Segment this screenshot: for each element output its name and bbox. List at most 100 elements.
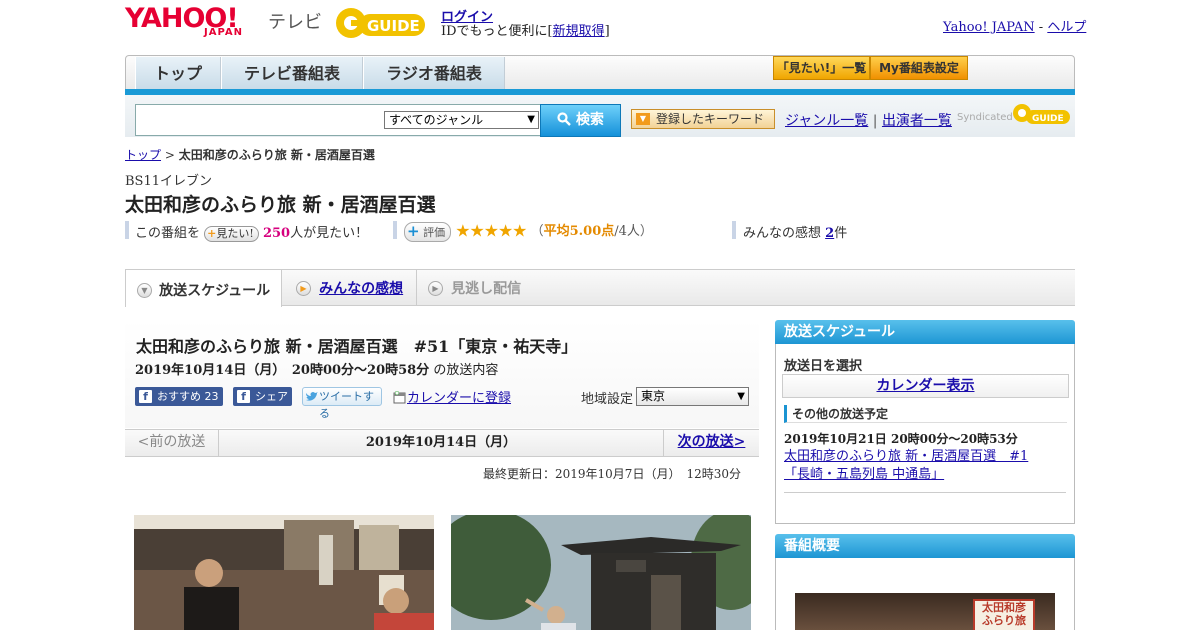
breadcrumb-home[interactable]: トップ <box>125 148 161 162</box>
triangle-down-icon: ▼ <box>636 113 650 125</box>
page-title: 太田和彦のふらり旅 新・居酒屋百選 <box>125 194 436 216</box>
comments-label: みんなの感想 <box>743 226 822 241</box>
episode-date-suffix: の放送内容 <box>433 363 499 378</box>
login-subtext: IDでもっと便利に[新規取得] <box>441 20 610 39</box>
facebook-icon: f <box>237 390 250 403</box>
last-updated: 最終更新日：2019年10月7日（月） 12時30分 <box>483 467 741 481</box>
dropdown-arrow-icon: ▼ <box>737 391 745 402</box>
plus-icon: + <box>407 221 420 240</box>
facebook-recommend-button[interactable]: f おすすめ 23 <box>135 387 223 406</box>
prev-broadcast: <前の放送 <box>125 429 219 457</box>
mitai-suffix: 人が見たい！ <box>290 226 369 241</box>
region-select[interactable]: 東京 ▼ <box>636 387 749 406</box>
dropdown-arrow-icon: ▼ <box>527 114 535 125</box>
tab-label: 放送スケジュール <box>159 283 271 299</box>
other-schedule-heading: その他の放送予定 <box>784 405 1067 423</box>
nav-tab-top[interactable]: トップ <box>135 57 221 90</box>
overview-title-sign: 太田和彦 ふらり旅 <box>973 599 1035 630</box>
fb-recommend-label: おすすめ <box>157 390 201 403</box>
other-schedule-date: 2019年10月21日 20時00分～20時53分 <box>784 432 1018 446</box>
search-button[interactable]: 検索 <box>540 104 621 137</box>
comments-stat: みんなの感想 2件 <box>743 222 847 241</box>
search-links: ジャンル一覧 | 出演者一覧 <box>785 110 952 130</box>
rating-people: /4人 <box>614 224 640 239</box>
genre-select[interactable]: すべてのジャンル ▼ <box>384 111 539 129</box>
search-links-divider: | <box>872 113 878 129</box>
choose-date-label: 放送日を選択 <box>784 359 863 374</box>
channel-name: BS11イレブン <box>125 174 213 189</box>
syndicated-label: Syndicated <box>957 112 1013 123</box>
rating-stars-icon: ★★★★★ <box>455 221 527 242</box>
rating-stat: + 評価 ★★★★★ （平均5.00点/4人） <box>404 220 653 242</box>
mitai-prefix: この番組を <box>135 226 201 241</box>
calendar-add-icon <box>393 391 406 404</box>
mitai-list-button[interactable]: 「見たい!」一覧 <box>773 56 870 80</box>
calendar-register[interactable]: カレンダーに登録 <box>393 387 511 406</box>
stat-divider <box>732 221 736 239</box>
rating-open: （ <box>530 224 544 239</box>
registered-keyword-label: 登録したキーワード <box>656 112 765 126</box>
episode-date: 2019年10月14日（月） 20時00分～20時58分 の放送内容 <box>135 359 498 378</box>
chevron-right-icon: ▶ <box>428 280 443 296</box>
nav-tab-radio-schedule[interactable]: ラジオ番組表 <box>363 57 505 90</box>
mitai-button-label: 見たい! <box>216 226 254 240</box>
search-button-label: 検索 <box>575 112 604 128</box>
header-links: Yahoo! JAPAN - ヘルプ <box>943 16 1086 35</box>
sidebar-separator <box>784 492 1066 493</box>
facebook-icon: f <box>139 390 152 403</box>
fb-share-label: シェア <box>255 390 288 403</box>
tv-logo-text: テレビ <box>268 12 322 33</box>
fb-recommend-count: 23 <box>204 390 219 403</box>
episode-datetime: 2019年10月14日（月） 20時00分～20時58分 <box>135 363 430 378</box>
gguide-logo[interactable]: GUIDE <box>333 6 433 40</box>
eval-button-label: 評価 <box>423 225 446 239</box>
performer-list-link[interactable]: 出演者一覧 <box>882 113 952 129</box>
registered-keyword-button[interactable]: ▼ 登録したキーワード <box>631 109 775 129</box>
chevron-right-icon: ▶ <box>296 280 311 296</box>
episode-photo-1 <box>134 515 434 630</box>
next-broadcast-link[interactable]: 次の放送> <box>663 429 759 457</box>
stat-divider <box>393 221 397 239</box>
header-separator: - <box>1038 20 1044 35</box>
tab-divider <box>416 270 417 306</box>
region-select-value: 東京 <box>641 389 666 403</box>
mitai-button[interactable]: +見たい! <box>204 225 259 242</box>
plus-icon: + <box>207 226 217 240</box>
breadcrumb-sep: > <box>164 148 175 162</box>
twitter-bird-icon <box>306 392 318 401</box>
stat-divider <box>125 221 129 239</box>
tab-broadcast-schedule[interactable]: ▼ 放送スケジュール <box>125 269 282 307</box>
comments-suffix: 件 <box>834 226 848 241</box>
rating-average: 平均5.00点 <box>543 224 615 239</box>
other-schedule-link[interactable]: 太田和彦のふらり旅 新・居酒屋百選 #1「長崎・五島列島 中通島」 <box>784 448 1054 484</box>
calendar-register-link[interactable]: カレンダーに登録 <box>407 391 511 406</box>
search-icon <box>557 112 571 126</box>
breadcrumb: トップ > 太田和彦のふらり旅 新・居酒屋百選 <box>125 146 375 163</box>
temple-gate-image <box>451 515 751 630</box>
register-link[interactable]: 新規取得 <box>553 24 605 39</box>
mitai-stat: この番組を +見たい! 250人が見たい！ <box>135 222 368 242</box>
overview-photo: 太田和彦 ふらり旅 <box>795 593 1055 630</box>
login-sub-suffix: ] <box>604 24 610 39</box>
nav-tab-tv-schedule[interactable]: テレビ番組表 <box>221 57 363 90</box>
facebook-share-button[interactable]: f シェア <box>233 387 292 406</box>
tab-label: 見逃し配信 <box>451 281 522 297</box>
yahoo-logo-sub: JAPAN <box>204 27 243 38</box>
yahoo-japan-link[interactable]: Yahoo! JAPAN <box>943 20 1035 35</box>
help-link[interactable]: ヘルプ <box>1047 20 1086 35</box>
tweet-button[interactable]: ツイートする <box>302 387 382 420</box>
mitai-count: 250 <box>262 226 291 241</box>
chevron-down-icon: ▼ <box>137 282 152 298</box>
my-schedule-button[interactable]: My番組表設定 <box>870 56 968 80</box>
region-label: 地域設定 <box>581 392 634 407</box>
gguide-text: GUIDE <box>367 17 420 35</box>
episode-title: 太田和彦のふらり旅 新・居酒屋百選 #51「東京・祐天寺」 <box>136 337 578 356</box>
eval-button[interactable]: + 評価 <box>404 221 452 242</box>
gguide-small-text: GUIDE <box>1032 114 1064 124</box>
tab-comments[interactable]: ▶ みんなの感想 <box>296 278 403 298</box>
calendar-display-button[interactable]: カレンダー表示 <box>782 374 1069 398</box>
comments-count-link[interactable]: 2 <box>825 226 834 241</box>
tab-label[interactable]: みんなの感想 <box>319 281 403 297</box>
genre-list-link[interactable]: ジャンル一覧 <box>785 113 868 129</box>
sidebar-schedule-heading: 放送スケジュール <box>775 320 1075 345</box>
